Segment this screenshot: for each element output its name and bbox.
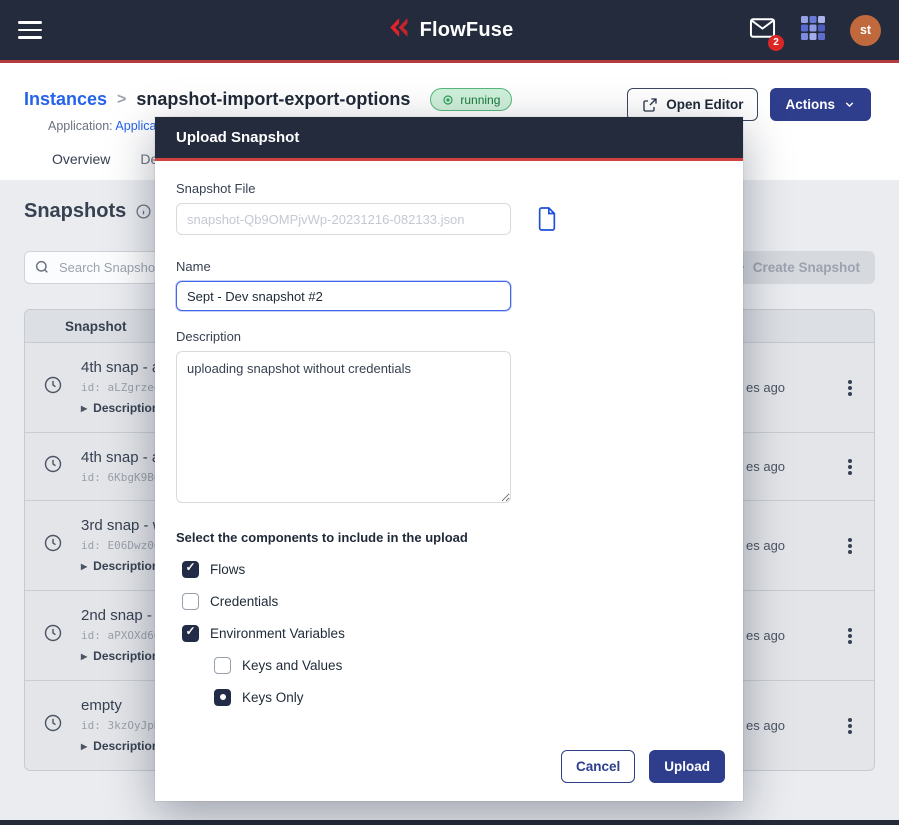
create-snapshot-label: Create Snapshot xyxy=(753,260,860,275)
name-label: Name xyxy=(176,259,725,274)
clock-icon xyxy=(43,454,63,479)
tab-overview[interactable]: Overview xyxy=(52,151,110,167)
notifications-button[interactable]: 2 xyxy=(749,17,776,44)
running-status-icon xyxy=(442,94,454,106)
status-badge-label: running xyxy=(460,93,500,107)
keys-only-label: Keys Only xyxy=(242,690,304,705)
clock-icon xyxy=(43,713,63,738)
description-toggle-label: Description xyxy=(93,399,159,418)
expand-triangle-icon xyxy=(81,646,87,666)
environment-variables-option: Environment Variables xyxy=(182,617,725,649)
kebab-icon xyxy=(848,386,852,390)
keys-and-values-radio[interactable] xyxy=(214,657,231,674)
keys-only-option: Keys Only xyxy=(214,681,725,713)
dialog-footer: Cancel Upload xyxy=(176,750,725,783)
search-icon xyxy=(34,259,50,280)
keys-and-values-label: Keys and Values xyxy=(242,658,342,673)
cpu-icon xyxy=(800,28,826,45)
name-input[interactable] xyxy=(176,281,511,311)
credentials-checkbox[interactable] xyxy=(182,593,199,610)
kebab-menu-button[interactable] xyxy=(826,724,874,728)
environment-variables-label: Environment Variables xyxy=(210,626,345,641)
upload-button[interactable]: Upload xyxy=(649,750,725,783)
snapshot-file-label: Snapshot File xyxy=(176,181,725,196)
chevron-down-icon xyxy=(843,98,856,111)
devices-nav-button[interactable] xyxy=(800,15,826,46)
page-title: snapshot-import-export-options xyxy=(136,89,410,110)
status-badge: running xyxy=(430,88,512,111)
flows-checkbox[interactable] xyxy=(182,561,199,578)
table-header-snapshot: Snapshot xyxy=(65,319,127,334)
avatar[interactable]: st xyxy=(850,15,881,46)
clock-icon xyxy=(43,533,63,558)
description-label: Description xyxy=(176,329,725,344)
breadcrumb-instances-link[interactable]: Instances xyxy=(24,89,107,110)
bottom-bar xyxy=(0,820,899,825)
dialog-body: Snapshot File Name Description xyxy=(155,161,743,801)
hamburger-menu-icon[interactable] xyxy=(18,21,42,39)
navbar-accent-line xyxy=(0,60,899,63)
expand-triangle-icon xyxy=(81,736,87,756)
top-navbar: FlowFuse 2 xyxy=(0,0,899,60)
keys-only-radio[interactable] xyxy=(214,689,231,706)
open-editor-icon xyxy=(642,97,658,113)
breadcrumb-separator: > xyxy=(117,91,126,109)
upload-snapshot-dialog: Upload Snapshot Snapshot File Name xyxy=(155,117,743,801)
brand-name: FlowFuse xyxy=(420,19,514,42)
actions-dropdown-button[interactable]: Actions xyxy=(770,88,871,121)
file-picker-icon[interactable] xyxy=(536,206,558,232)
clock-icon xyxy=(43,623,63,648)
flows-label: Flows xyxy=(210,562,245,577)
kebab-icon xyxy=(848,724,852,728)
actions-label: Actions xyxy=(785,97,835,112)
description-toggle-label: Description xyxy=(93,737,159,756)
description-toggle-label: Description xyxy=(93,647,159,666)
brand-logo[interactable]: FlowFuse xyxy=(386,15,514,45)
kebab-menu-button[interactable] xyxy=(826,465,874,469)
kebab-icon xyxy=(848,544,852,548)
application-label: Application: xyxy=(48,119,113,133)
flowfuse-logo-icon xyxy=(386,15,411,45)
kebab-menu-button[interactable] xyxy=(826,634,874,638)
description-toggle-label: Description xyxy=(93,557,159,576)
flows-option: Flows xyxy=(182,553,725,585)
clock-icon xyxy=(43,375,63,400)
info-icon[interactable] xyxy=(135,203,152,220)
credentials-option: Credentials xyxy=(182,585,725,617)
create-snapshot-button[interactable]: Create Snapshot xyxy=(720,251,875,284)
screen: FlowFuse 2 xyxy=(0,0,899,825)
notifications-badge: 2 xyxy=(768,35,784,51)
dialog-header: Upload Snapshot xyxy=(155,117,743,161)
kebab-icon xyxy=(848,465,852,469)
snapshot-file-input[interactable] xyxy=(176,203,511,235)
description-textarea[interactable]: uploading snapshot without credentials xyxy=(176,351,511,503)
dialog-title: Upload Snapshot xyxy=(176,129,299,146)
section-title: Snapshots xyxy=(24,200,126,223)
environment-variables-checkbox[interactable] xyxy=(182,625,199,642)
open-editor-label: Open Editor xyxy=(666,97,743,112)
kebab-icon xyxy=(848,634,852,638)
breadcrumb: Instances > snapshot-import-export-optio… xyxy=(24,88,512,111)
cancel-button[interactable]: Cancel xyxy=(561,750,635,783)
expand-triangle-icon xyxy=(81,398,87,418)
keys-and-values-option: Keys and Values xyxy=(214,649,725,681)
kebab-menu-button[interactable] xyxy=(826,386,874,390)
expand-triangle-icon xyxy=(81,556,87,576)
components-heading: Select the components to include in the … xyxy=(176,530,725,545)
kebab-menu-button[interactable] xyxy=(826,544,874,548)
credentials-label: Credentials xyxy=(210,594,278,609)
